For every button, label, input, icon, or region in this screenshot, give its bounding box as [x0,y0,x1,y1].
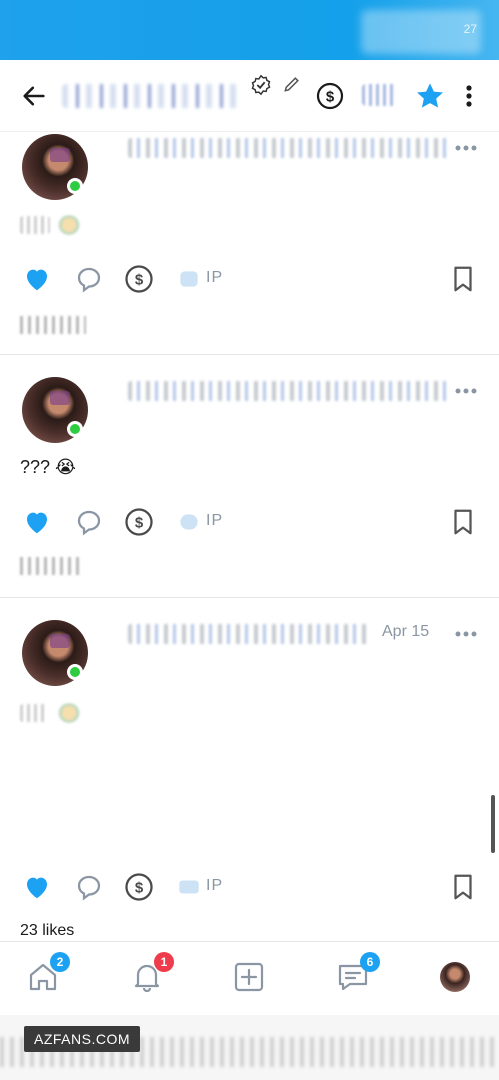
profile-avatar[interactable] [440,962,470,992]
likes-count[interactable]: 23 likes [20,922,74,940]
post-text-obscured [20,704,48,722]
post-more-icon[interactable] [454,630,478,638]
emoji-obscured [58,703,80,723]
tip-dollar-icon[interactable]: $ [124,872,154,902]
post-text-obscured [20,216,50,234]
post-author-obscured [128,381,448,401]
notifications-badge: 1 [154,952,174,972]
post-actions: $ IP [0,264,499,298]
online-indicator [67,178,83,194]
watermark: AZFANS.COM [24,1026,141,1052]
post-author-obscured [128,624,368,644]
send-tip-label[interactable]: IP [206,877,223,895]
obscured-header-icon [362,84,396,106]
send-tip-icon[interactable] [176,507,202,537]
online-indicator [67,664,83,680]
comment-icon[interactable] [74,872,104,902]
add-post-icon [234,962,264,992]
more-vertical-icon[interactable] [462,82,476,110]
bottom-navigation: 2 1 6 [0,941,499,1015]
status-bar: 27 [0,0,499,60]
post-more-icon[interactable] [454,144,478,152]
likes-count-obscured [20,557,80,575]
edit-icon[interactable] [282,74,302,94]
nav-messages[interactable]: 6 [336,952,380,994]
nav-notifications[interactable]: 1 [130,952,174,994]
footer-strip: AZFANS.COM [0,1015,499,1080]
battery-level: 27 [463,22,477,36]
scrollbar-thumb[interactable] [491,795,495,853]
comment-icon[interactable] [74,507,104,537]
nav-home[interactable]: 2 [26,952,70,994]
nav-new-post[interactable] [232,960,266,994]
back-arrow-icon[interactable] [20,82,48,110]
star-icon[interactable] [414,80,446,112]
verified-icon [251,74,271,96]
dollar-icon[interactable]: $ [316,82,344,110]
online-indicator [67,421,83,437]
send-tip-label[interactable]: IP [206,269,223,287]
post-text: ??? 😭 [20,457,77,477]
messages-badge: 6 [360,952,380,972]
post-card: Apr 15 $ IP 23 likes [0,598,499,941]
send-tip-icon[interactable] [176,264,202,294]
svg-text:$: $ [135,272,144,289]
svg-text:$: $ [135,880,144,897]
bookmark-icon[interactable] [448,264,478,294]
post-card: $ IP [0,132,499,355]
svg-text:$: $ [135,515,144,532]
tip-dollar-icon[interactable]: $ [124,507,154,537]
heart-icon[interactable] [22,264,52,294]
post-card: ??? 😭 $ IP [0,355,499,598]
svg-text:$: $ [326,89,335,106]
heart-icon[interactable] [22,872,52,902]
send-tip-label[interactable]: IP [206,512,223,530]
send-tip-icon[interactable] [176,872,202,902]
comment-icon[interactable] [74,264,104,294]
post-author-obscured [128,138,448,158]
post-actions: $ IP [0,507,499,541]
post-actions: $ IP [0,872,499,906]
post-date: Apr 15 [382,623,430,640]
post-more-icon[interactable] [454,387,478,395]
bookmark-icon[interactable] [448,507,478,537]
tip-dollar-icon[interactable]: $ [124,264,154,294]
emoji-obscured [58,215,80,235]
home-badge: 2 [50,952,70,972]
heart-icon[interactable] [22,507,52,537]
bookmark-icon[interactable] [448,872,478,902]
likes-count-obscured [20,316,86,334]
profile-name-obscured [62,84,242,108]
